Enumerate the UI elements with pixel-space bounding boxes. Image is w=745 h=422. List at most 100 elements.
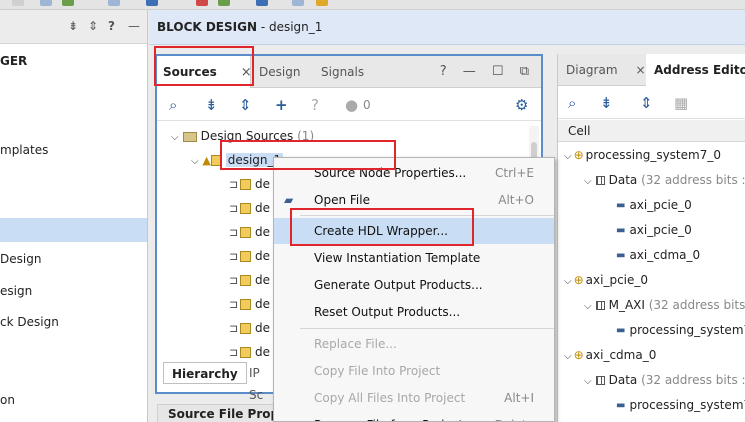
collapse-all-icon[interactable]: ⇟ [205, 96, 218, 114]
ip-icon [240, 203, 252, 214]
nav-item-templates[interactable]: mplates [0, 138, 147, 162]
menu-item-label: Open File [314, 193, 370, 207]
address-row[interactable]: ▬ processing_system7 [616, 318, 745, 343]
auto-assign-icon[interactable]: ▦ [674, 94, 688, 112]
warning-icon: ▲ [202, 153, 211, 167]
ip-icon [240, 251, 252, 262]
tab-address-editor[interactable]: Address Editor [646, 54, 745, 86]
collapse-all-icon[interactable]: ⇟ [68, 19, 78, 33]
address-space-icon [595, 176, 605, 185]
pane-window-icons[interactable]: ? — ☐ ⧉ [440, 64, 535, 79]
address-row-label: axi_pcie_0 [629, 223, 692, 237]
nav-item-design[interactable]: Design [0, 247, 147, 271]
chevron-down-icon[interactable]: ⌵ [584, 176, 592, 187]
menu-item-create-hdl-wrapper[interactable]: Create HDL Wrapper... [274, 218, 554, 244]
menu-item-label: Generate Output Products... [314, 278, 483, 292]
toolbar-icon[interactable] [62, 0, 74, 6]
nav-item-on[interactable]: on [0, 388, 147, 412]
ip-port-icon: ⊐ [229, 273, 239, 287]
chevron-down-icon[interactable]: ⌵ [584, 301, 592, 312]
expand-all-icon[interactable]: ⇕ [239, 96, 252, 114]
tab-sources[interactable]: Sources × [157, 56, 252, 88]
properties-icon[interactable]: ? [311, 96, 319, 114]
menu-item-generate-output-products[interactable]: Generate Output Products... [274, 272, 554, 298]
address-row[interactable]: ⌵ M_AXI (32 address bits [584, 293, 745, 318]
ip-chip-icon: ⊕ [573, 273, 584, 287]
search-icon[interactable]: ⌕ [169, 96, 177, 114]
address-row-label: processing_system7 [629, 323, 745, 337]
ip-icon [240, 347, 252, 358]
close-icon[interactable]: × [241, 65, 252, 80]
segment-icon: ▬ [616, 250, 626, 261]
close-icon[interactable]: × [636, 63, 646, 77]
tree-row-design-sources[interactable]: ⌵ Design Sources (1) [171, 124, 551, 148]
tab-label: Diagram [566, 63, 618, 77]
address-space-icon [595, 301, 605, 310]
chevron-down-icon[interactable]: ⌵ [564, 151, 572, 162]
tree-child-label: de [255, 345, 271, 359]
address-row-label: axi_pcie_0 [585, 273, 649, 287]
chevron-down-icon[interactable]: ⌵ [564, 276, 572, 287]
address-row-label: Data [608, 173, 638, 187]
menu-item-open-file[interactable]: ▰ Open File Alt+O [274, 187, 554, 213]
address-row-suffix: (32 address bits : [637, 173, 745, 187]
toolbar-icon[interactable] [218, 0, 230, 6]
tree-child-label: de [255, 225, 271, 239]
chevron-down-icon[interactable]: ⌵ [171, 132, 179, 143]
folder-open-icon: ▰ [284, 193, 294, 207]
ip-icon [240, 227, 252, 238]
search-icon[interactable]: ⌕ [568, 94, 576, 112]
tab-ip-sources[interactable]: IP Sc [241, 362, 271, 402]
collapse-all-icon[interactable]: ⇟ [600, 94, 613, 112]
expand-icon[interactable]: ⇕ [88, 19, 98, 33]
flow-navigator-header: ⇟ ⇕ ? — [0, 10, 147, 44]
chevron-down-icon[interactable]: ⌵ [191, 156, 199, 167]
tab-design[interactable]: Design [253, 56, 306, 88]
address-row[interactable]: ⌵ Data (32 address bits : [584, 168, 745, 193]
source-file-properties-header[interactable]: Source File Proper [157, 404, 275, 422]
menu-item-view-instantiation-template[interactable]: View Instantiation Template [274, 245, 554, 271]
column-header-cell[interactable]: Cell [558, 120, 745, 142]
nav-item-block-design[interactable]: ck Design [0, 310, 147, 334]
toolbar-icon[interactable] [108, 0, 120, 6]
address-row[interactable]: ⌵ ⊕ axi_cdma_0 [564, 343, 745, 368]
tree-root-count: (1) [293, 129, 315, 143]
menu-item-source-node-properties[interactable]: Source Node Properties... Ctrl+E [274, 160, 554, 186]
toolbar-icon[interactable] [196, 0, 208, 6]
add-sources-icon[interactable]: + [275, 96, 288, 114]
tab-hierarchy[interactable]: Hierarchy [163, 362, 247, 384]
address-row[interactable]: ▬ axi_pcie_0 [616, 218, 745, 243]
menu-item-reset-output-products[interactable]: Reset Output Products... [274, 299, 554, 325]
menu-item-copy-all-files-into-project: Copy All Files Into Project Alt+I [274, 385, 554, 411]
toolbar-icon[interactable] [316, 0, 328, 6]
toolbar-icon[interactable] [292, 0, 304, 6]
address-row[interactable]: ⌵ ⊕ axi_pcie_0 [564, 268, 745, 293]
segment-icon: ▬ [616, 200, 626, 211]
nav-item-esign[interactable]: esign [0, 279, 147, 303]
address-row[interactable]: ▬ axi_cdma_0 [616, 243, 745, 268]
folder-icon [182, 131, 197, 142]
expand-all-icon[interactable]: ⇕ [640, 94, 653, 112]
address-row[interactable]: ▬ axi_pcie_0 [616, 193, 745, 218]
nav-item-selected[interactable] [0, 218, 147, 242]
menu-item-remove-file-from-project[interactable]: ✕ Remove File from Project... Delete [274, 412, 554, 421]
tab-signals[interactable]: Signals [315, 56, 370, 88]
toolbar-icon[interactable] [146, 0, 158, 6]
chevron-down-icon[interactable]: ⌵ [564, 351, 572, 362]
address-row[interactable]: ⌵ ⊕ processing_system7_0 [564, 143, 745, 168]
tab-diagram[interactable]: Diagram × [558, 54, 654, 86]
address-row-label: Data [608, 373, 638, 387]
ip-port-icon: ⊐ [229, 321, 239, 335]
toolbar-icon[interactable] [256, 0, 268, 6]
toolbar-icon[interactable] [40, 0, 52, 6]
address-row[interactable]: ⌵ Data (32 address bits : [584, 368, 745, 393]
address-row[interactable]: ▬ processing_system7 [616, 393, 745, 418]
toolbar-icon[interactable] [12, 0, 24, 6]
help-icon[interactable]: ? [108, 19, 115, 33]
gear-icon[interactable]: ⚙ [515, 96, 528, 114]
tree-child-label: de [255, 273, 271, 287]
sources-tab-bar: Sources × Design Signals ? — ☐ ⧉ [157, 56, 541, 88]
chevron-down-icon[interactable]: ⌵ [584, 376, 592, 387]
ip-icon [240, 275, 252, 286]
minimize-icon[interactable]: — [128, 19, 140, 33]
